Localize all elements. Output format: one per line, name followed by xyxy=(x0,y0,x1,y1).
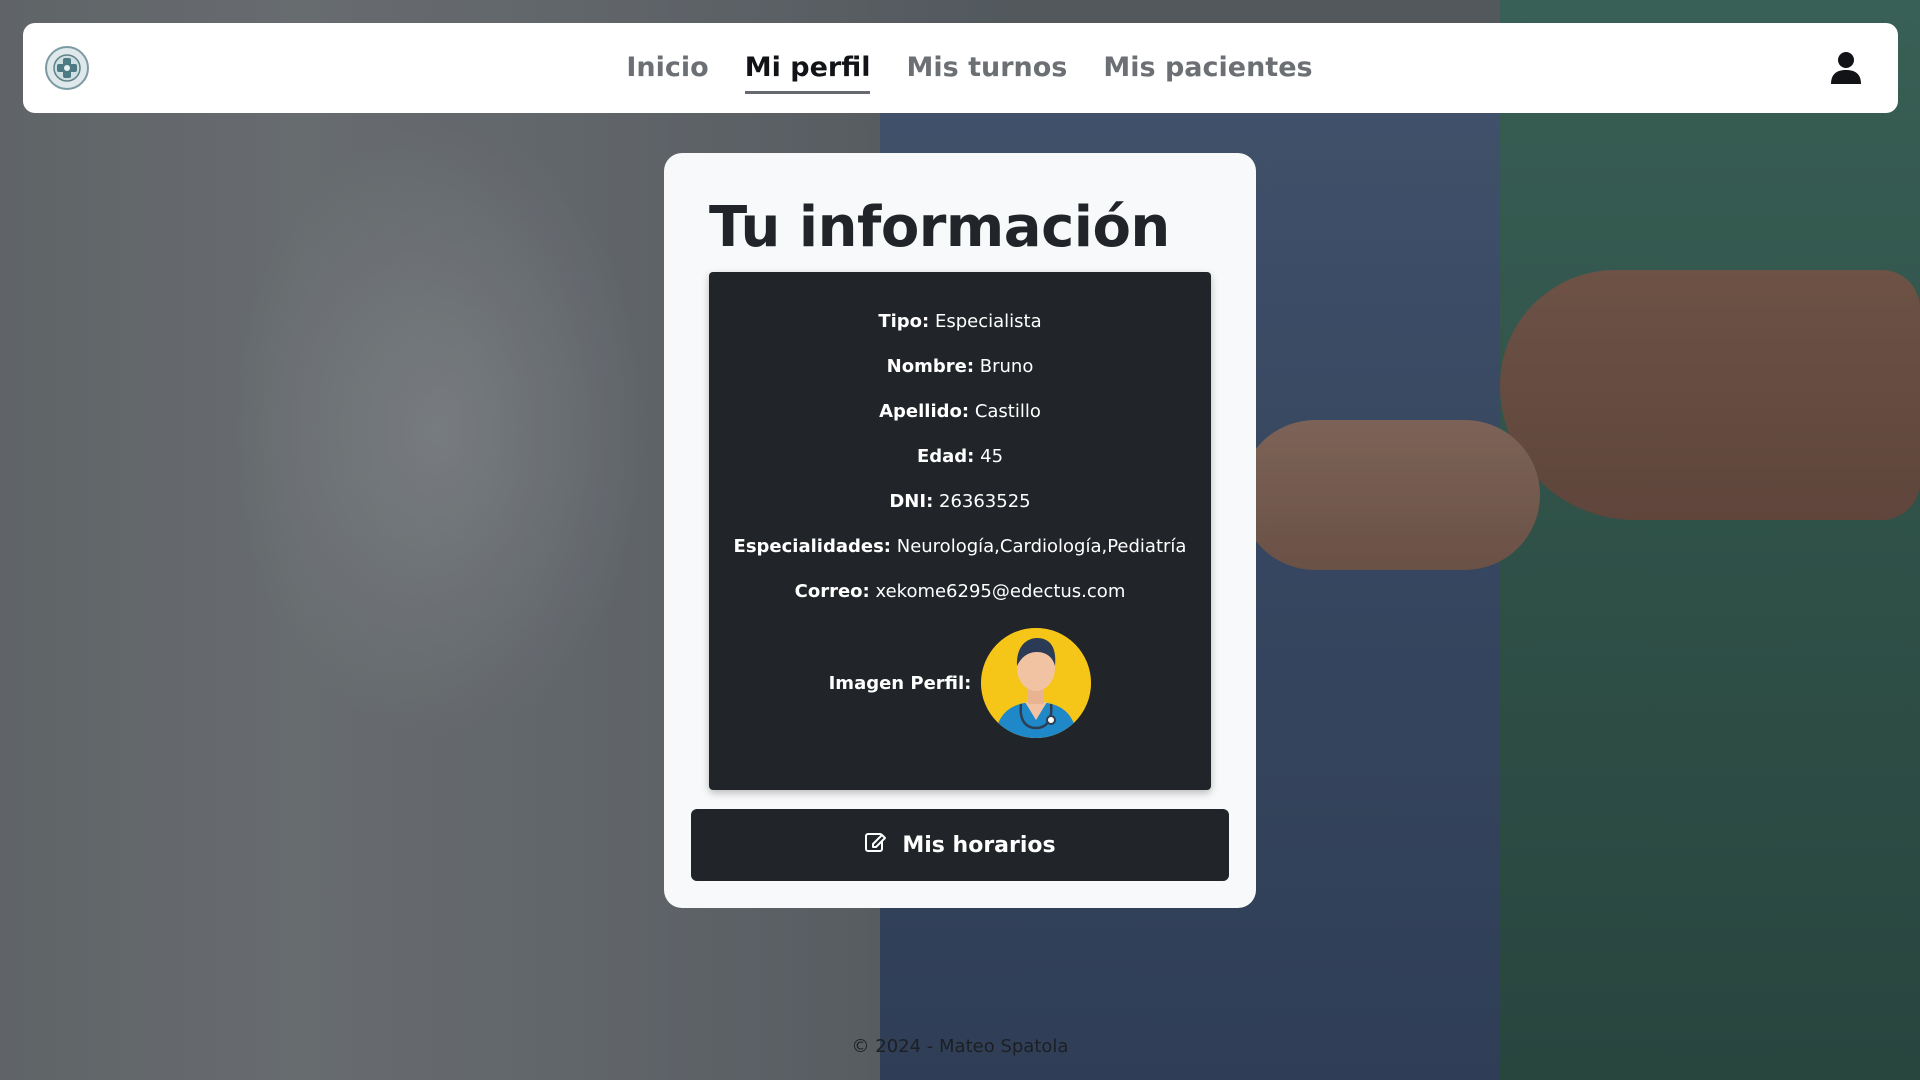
field-value: Castillo xyxy=(974,401,1041,422)
button-label: Mis horarios xyxy=(902,832,1056,858)
field-label: Tipo: xyxy=(878,311,930,332)
field-imagen-perfil: Imagen Perfil: xyxy=(709,628,1211,738)
doctor-avatar xyxy=(981,628,1092,738)
field-label: Edad: xyxy=(916,446,975,467)
mis-horarios-button[interactable]: Mis horarios xyxy=(691,809,1229,881)
field-value: Neurología,Cardiología,Pediatría xyxy=(896,536,1187,557)
field-edad: Edad: 45 xyxy=(709,446,1211,467)
medical-cross-logo[interactable] xyxy=(45,46,89,90)
footer: © 2024 - Mateo Spatola xyxy=(851,1036,1069,1057)
profile-card: Tu información Tipo: Especialista Nombre… xyxy=(664,153,1256,908)
field-apellido: Apellido: Castillo xyxy=(709,401,1211,422)
field-value: xekome6295@edectus.com xyxy=(875,581,1126,602)
user-icon[interactable] xyxy=(1830,51,1862,85)
navbar: Inicio Mi perfil Mis turnos Mis paciente… xyxy=(23,23,1898,113)
page-title: Tu información xyxy=(709,195,1170,260)
edit-icon xyxy=(864,830,888,860)
field-tipo: Tipo: Especialista xyxy=(709,311,1211,332)
info-box: Tipo: Especialista Nombre: Bruno Apellid… xyxy=(709,272,1211,790)
field-label: Correo: xyxy=(794,581,870,602)
field-label: Especialidades: xyxy=(733,536,891,557)
nav-link-mi-perfil[interactable]: Mi perfil xyxy=(744,52,871,94)
field-label: Apellido: xyxy=(879,401,970,422)
field-especialidades: Especialidades: Neurología,Cardiología,P… xyxy=(709,536,1211,557)
nav-link-inicio[interactable]: Inicio xyxy=(626,52,708,94)
field-label: DNI: xyxy=(889,491,934,512)
nav-link-mis-pacientes[interactable]: Mis pacientes xyxy=(1103,52,1312,94)
field-value: 45 xyxy=(980,446,1004,467)
field-correo: Correo: xekome6295@edectus.com xyxy=(709,581,1211,602)
field-value: 26363525 xyxy=(939,491,1031,512)
nav-link-mis-turnos[interactable]: Mis turnos xyxy=(906,52,1067,94)
field-label: Nombre: xyxy=(886,356,975,377)
field-value: Bruno xyxy=(979,356,1034,377)
field-value: Especialista xyxy=(934,311,1042,332)
field-nombre: Nombre: Bruno xyxy=(709,356,1211,377)
field-label: Imagen Perfil: xyxy=(828,672,972,694)
field-dni: DNI: 26363525 xyxy=(709,491,1211,512)
nav-links: Inicio Mi perfil Mis turnos Mis paciente… xyxy=(626,42,1313,94)
